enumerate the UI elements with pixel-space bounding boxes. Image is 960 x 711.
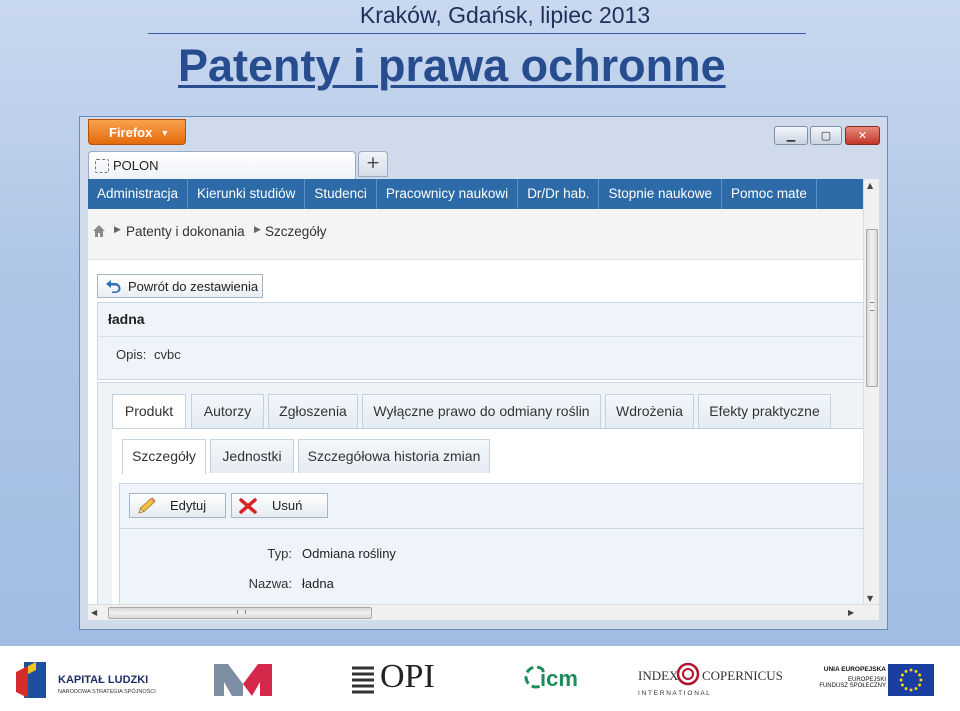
footer-logos: KAPITAŁ LUDZKI NARODOWA STRATEGIA SPÓJNO… (0, 646, 960, 711)
opi-emblem-icon (352, 666, 374, 694)
scroll-down-icon[interactable]: ▼ (867, 594, 873, 603)
tab-zgloszenia[interactable]: Zgłoszenia (268, 394, 358, 428)
eu-label-3: FUNDUSZ SPOŁECZNY (819, 683, 886, 689)
copernicus-emblem-icon (676, 662, 700, 686)
horizontal-scrollbar[interactable]: ◀ ▶ (88, 604, 879, 620)
icm-text: icm (540, 666, 578, 691)
description-value: cvbc (154, 347, 181, 362)
back-to-list-label: Powrót do zestawienia (128, 279, 259, 294)
tab-produkt[interactable]: Produkt (112, 394, 186, 429)
eu-label-1: UNIA EUROPEJSKA (823, 666, 886, 673)
tab-autorzy[interactable]: Autorzy (191, 394, 264, 428)
kapital-ludzki-subtitle: NARODOWA STRATEGIA SPÓJNOŚCI (58, 689, 156, 695)
home-icon[interactable] (92, 224, 106, 238)
new-tab-button[interactable]: + (358, 151, 388, 177)
breadcrumb-patenty[interactable]: Patenty i dokonania (126, 224, 245, 239)
breadcrumb-szczegoly: Szczegóły (265, 224, 327, 239)
browser-window: Firefox ▼ ▁ ▢ ✕ POLON + Administracja Kier… (79, 116, 888, 630)
scroll-up-icon[interactable]: ▲ (867, 181, 873, 190)
nav-item-studenci[interactable]: Studenci (305, 179, 377, 209)
subtab-szczegoly[interactable]: Szczegóły (122, 439, 206, 474)
international-text: I N T E R N A T I O N A L (638, 690, 710, 697)
kapital-ludzki-emblem-icon (16, 662, 46, 698)
nav-item-administracja[interactable]: Administracja (88, 179, 189, 209)
slide-title: Patenty i prawa ochronne (178, 40, 726, 91)
delete-x-icon (239, 498, 257, 514)
caret-down-icon: ▼ (160, 128, 170, 138)
eu-text-block: UNIA EUROPEJSKA EUROPEJSKI FUNDUSZ SPOŁE… (816, 666, 886, 700)
edit-button[interactable]: Edytuj (129, 493, 226, 518)
field-label-nazwa: Nazwa: (248, 576, 292, 591)
delete-label: Usuń (272, 498, 303, 513)
tab-wylaczne-prawo[interactable]: Wyłączne prawo do odmiany roślin (362, 394, 601, 428)
index-copernicus-logo: INDEX COPERNICUS I N T E R N A T I O N A… (638, 662, 783, 702)
opi-logo: OPI (350, 658, 435, 708)
grip-icon (870, 302, 874, 311)
description-label: Opis: (116, 347, 147, 362)
details-panel: Edytuj Usuń Typ: Odmiana rośliny Nazwa: … (119, 483, 865, 620)
page-viewport: Administracja Kierunki studiów Studenci Pra… (88, 179, 879, 620)
details-toolbar: Edytuj Usuń (120, 484, 864, 529)
back-to-list-button[interactable]: Powrót do zestawienia (97, 274, 263, 298)
nav-item-kierunki-studiow[interactable]: Kierunki studiów (188, 179, 306, 209)
mnisw-logo (214, 664, 272, 696)
nav-item-pomoc-materialna[interactable]: Pomoc mate (722, 179, 817, 209)
horizontal-scroll-thumb[interactable] (108, 607, 372, 619)
record-title: ładna (108, 311, 145, 327)
browser-tab-polon[interactable]: POLON (88, 151, 356, 179)
delete-button[interactable]: Usuń (231, 493, 328, 518)
firefox-menu-button[interactable]: Firefox ▼ (88, 119, 186, 145)
scroll-right-icon[interactable]: ▶ (848, 608, 854, 617)
browser-tab-title: POLON (113, 158, 159, 173)
edit-label: Edytuj (170, 498, 207, 513)
breadcrumb-arrow-icon: ▶ (114, 224, 121, 234)
opi-text: OPI (380, 658, 435, 695)
icm-logo: icm (524, 660, 584, 700)
vertical-scroll-thumb[interactable] (866, 229, 878, 387)
content-area: Powrót do zestawienia ładna Opis: cvbc P… (88, 260, 865, 620)
close-button[interactable]: ✕ (845, 126, 880, 145)
main-nav: Administracja Kierunki studiów Studenci Pra… (88, 179, 864, 209)
back-arrow-icon (106, 280, 121, 293)
page-icon (95, 159, 109, 173)
nav-item-stopnie-naukowe[interactable]: Stopnie naukowe (599, 179, 723, 209)
field-value-nazwa: ładna (302, 576, 334, 591)
product-tab-panel: Szczegóły Jednostki Szczegółowa historia… (112, 428, 865, 620)
nav-item-dr-dr-hab[interactable]: Dr/Dr hab. (518, 179, 600, 209)
nav-item-pracownicy-naukowi[interactable]: Pracownicy naukowi (377, 179, 519, 209)
tab-wdrozenia[interactable]: Wdrożenia (605, 394, 694, 428)
tab-efekty-praktyczne[interactable]: Efekty praktyczne (698, 394, 831, 428)
divider (98, 336, 863, 337)
eu-flag-icon (888, 664, 934, 696)
field-label-typ: Typ: (267, 546, 292, 561)
pencil-icon (138, 497, 156, 514)
subtab-jednostki[interactable]: Jednostki (210, 439, 294, 473)
grip-icon (237, 610, 246, 614)
vertical-scrollbar[interactable]: ▲ ▼ (863, 179, 879, 605)
subtab-historia-zmian[interactable]: Szczegółowa historia zmian (298, 439, 490, 473)
firefox-menu-label: Firefox (109, 125, 153, 140)
slide-subtitle: Kraków, Gdańsk, lipiec 2013 (359, 2, 651, 28)
copernicus-text: COPERNICUS (702, 668, 783, 683)
scroll-left-icon[interactable]: ◀ (91, 608, 97, 617)
breadcrumb: ▶ Patenty i dokonania ▶ Szczegóły (88, 209, 864, 260)
kapital-ludzki-title: KAPITAŁ LUDZKI (58, 674, 149, 686)
tabs-container: Produkt Autorzy Zgłoszenia Wyłączne praw… (97, 382, 865, 620)
minimize-button[interactable]: ▁ (774, 126, 808, 145)
record-header-panel: ładna Opis: cvbc (97, 302, 864, 380)
kapital-ludzki-logo: KAPITAŁ LUDZKI NARODOWA STRATEGIA SPÓJNO… (14, 658, 174, 706)
breadcrumb-arrow-icon: ▶ (254, 224, 261, 234)
slide-title-rule (148, 33, 806, 34)
maximize-button[interactable]: ▢ (810, 126, 842, 145)
field-value-typ: Odmiana rośliny (302, 546, 396, 561)
index-text: INDEX (638, 668, 679, 683)
